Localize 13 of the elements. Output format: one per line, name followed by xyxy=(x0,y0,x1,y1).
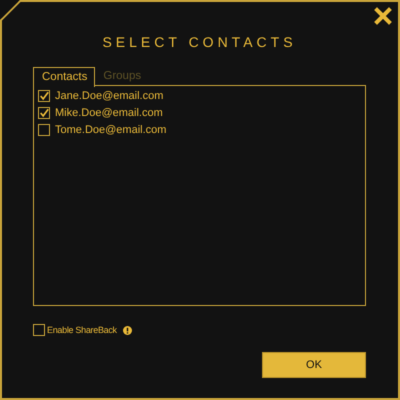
contact-email: Tome.Doe@email.com xyxy=(55,124,166,136)
info-icon[interactable] xyxy=(122,326,132,334)
contact-email: Jane.Doe@email.com xyxy=(55,90,164,102)
tab[interactable]: Contacts xyxy=(33,67,96,86)
dialog-title: SELECT CONTACTS xyxy=(101,34,298,50)
ok-button[interactable]: OK xyxy=(262,352,366,378)
checkbox[interactable] xyxy=(38,90,50,102)
contact-email: Mike.Doe@email.com xyxy=(55,107,163,119)
checkbox-label: Enable ShareBack xyxy=(47,325,117,335)
checkbox[interactable] xyxy=(38,107,50,119)
checkbox[interactable] xyxy=(38,124,50,136)
checkbox[interactable] xyxy=(33,324,45,336)
close-icon[interactable] xyxy=(374,7,392,25)
